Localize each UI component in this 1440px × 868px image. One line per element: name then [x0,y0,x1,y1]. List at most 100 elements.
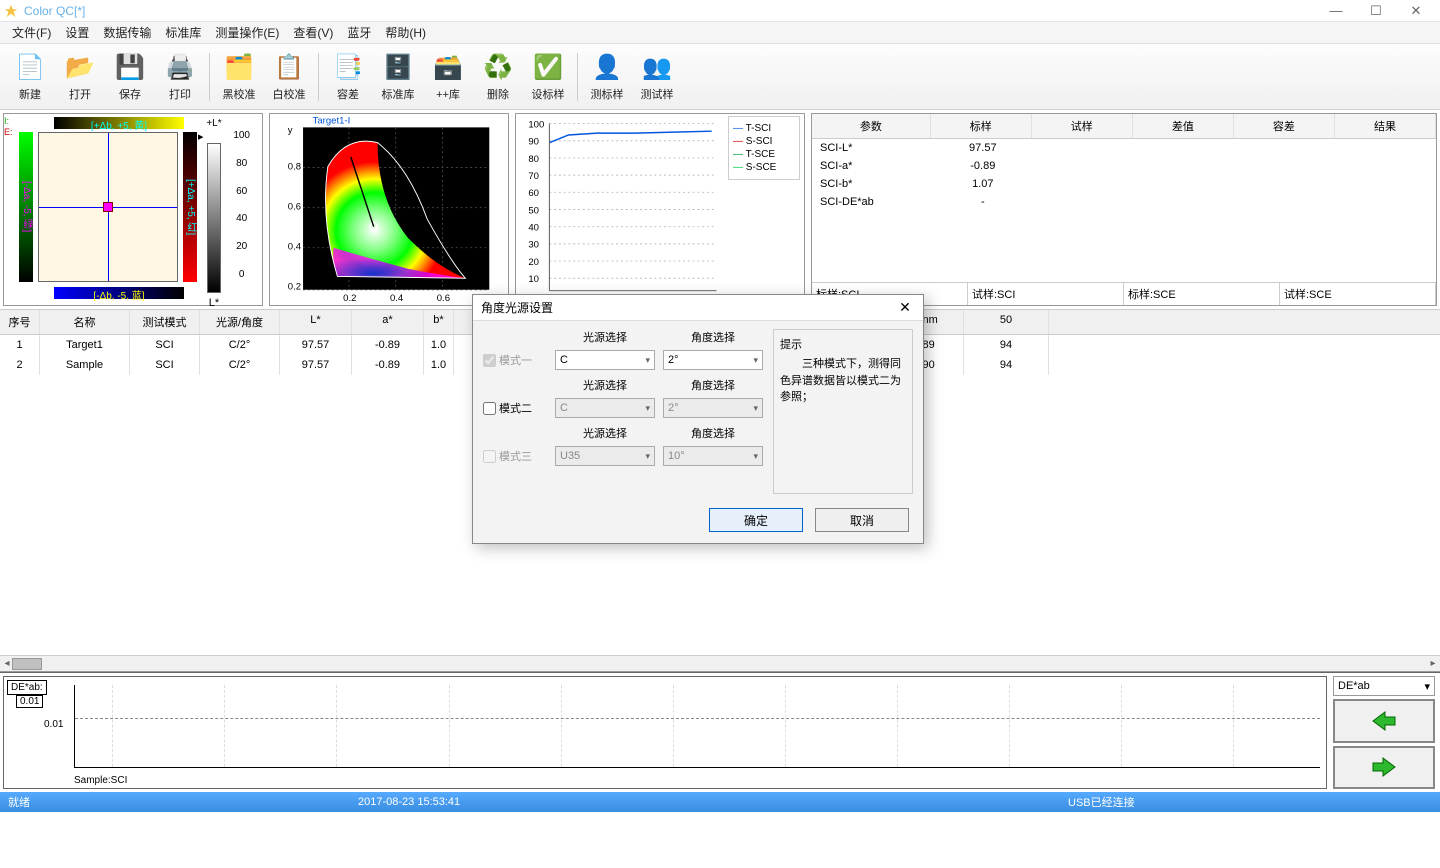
table-col-header[interactable]: b* [424,310,454,334]
mode-checkbox-label[interactable]: 模式二 [483,400,547,416]
table-col-header[interactable]: 名称 [40,310,130,334]
toolbar-标准库[interactable]: 🗄️标准库 [374,52,422,102]
light-source-select[interactable]: C▾ [555,350,655,370]
minimize-button[interactable]: — [1316,0,1356,22]
menu-item[interactable]: 测量操作(E) [209,24,285,41]
toolbar-打开[interactable]: 📂打开 [56,52,104,102]
ok-button[interactable]: 确定 [709,508,803,532]
window-title: Color QC[*] [24,4,1316,18]
chevron-down-icon: ▾ [645,451,650,462]
menu-item[interactable]: 查看(V) [287,24,339,41]
toolbar-++库[interactable]: 🗃️++库 [424,52,472,102]
angle-select[interactable]: 2°▾ [663,350,763,370]
menu-item[interactable]: 帮助(H) [379,24,432,41]
toolbar-label: 黑校准 [223,86,256,102]
dialog-titlebar[interactable]: 角度光源设置 ✕ [473,295,923,321]
de-metric-dropdown[interactable]: DE*ab▾ [1333,676,1435,696]
scroll-thumb[interactable] [12,658,42,670]
mode-row-1: 模式一 C▾ 2°▾ [483,349,763,371]
lab-right-label: [+Δa, +5, 红] [183,132,197,282]
data-col-header: 标样 [931,114,1032,138]
sci-tab[interactable]: 试样:SCE [1280,283,1436,305]
close-button[interactable]: ✕ [1396,0,1436,22]
menu-item[interactable]: 文件(F) [6,24,57,41]
toolbar-新建[interactable]: 📄新建 [6,52,54,102]
sci-tab[interactable]: 标样:SCE [1124,283,1280,305]
status-ready: 就绪 [0,794,350,810]
toolbar-icon: 👤 [591,52,623,84]
svg-text:70: 70 [528,171,539,182]
toolbar-label: 测试样 [641,86,674,102]
svg-text:10: 10 [528,274,539,285]
table-col-header[interactable]: 测试模式 [130,310,200,334]
table-col-header[interactable]: L* [280,310,352,334]
toolbar-删除[interactable]: ♻️ 删除 [474,52,522,102]
scroll-right-icon[interactable]: ▸ [1426,656,1440,672]
menu-item[interactable]: 标准库 [159,24,207,41]
sci-tab[interactable]: 试样:SCI [968,283,1124,305]
toolbar: 📄新建📂打开 💾 保存 🖨️打印 🗂️ 黑校准 📋白校准📑容差🗄️标准库🗃️++库 ♻️ 删除 ✅… [0,44,1440,110]
toolbar-icon: 🗂️ [223,52,255,84]
data-summary-panel: 参数标样试样差值容差结果 SCI-L*97.57SCI-a*-0.89SCI-b… [811,113,1437,306]
toolbar-label: 删除 [487,86,509,102]
toolbar-icon: 💾 [114,52,146,84]
chromaticity-diagram: Target1-I [270,114,508,305]
toolbar-icon: 📄 [14,52,46,84]
data-col-header: 试样 [1032,114,1133,138]
chevron-down-icon: ▾ [1424,680,1430,693]
title-bar: Color QC[*] — ☐ ✕ [0,0,1440,22]
mode-checkbox-label[interactable]: 模式一 [483,352,547,368]
svg-text:90: 90 [528,137,539,148]
toolbar-label: 打开 [69,86,91,102]
mode-checkbox[interactable] [483,402,496,415]
toolbar-测试样[interactable]: 👥测试样 [633,52,681,102]
toolbar-打印[interactable]: 🖨️打印 [156,52,204,102]
mode-checkbox-label[interactable]: 模式三 [483,448,547,464]
toolbar-separator [318,53,319,101]
spectral-plot: 100908070605040302010 [516,114,726,305]
legend-item: — T-SCI [733,123,795,134]
de-value-badge: 0.01 [16,695,43,708]
svg-text:0.8: 0.8 [288,161,301,172]
horizontal-scrollbar[interactable]: ◂ ▸ [0,655,1440,671]
toolbar-separator [577,53,578,101]
toolbar-label: 设标样 [532,86,565,102]
maximize-button[interactable]: ☐ [1356,0,1396,22]
toolbar-白校准[interactable]: 📋白校准 [265,52,313,102]
status-connection: USB已经连接 [1060,794,1440,810]
hint-title: 提示 [780,336,906,352]
svg-text:50: 50 [528,205,539,216]
dialog-title: 角度光源设置 [481,299,895,316]
svg-text:0.4: 0.4 [390,293,404,304]
toolbar-label: 保存 [119,86,141,102]
table-col-header[interactable]: a* [352,310,424,334]
de-chart [74,685,1320,768]
de-axis-label: DE*ab: [7,680,47,695]
table-col-header[interactable]: 光源/角度 [200,310,280,334]
prev-button[interactable] [1333,699,1435,743]
toolbar-label: 白校准 [273,86,306,102]
cancel-button[interactable]: 取消 [815,508,909,532]
toolbar-icon: 🖨️ [164,52,196,84]
toolbar-保存[interactable]: 💾 保存 [106,52,154,102]
table-col-header[interactable]: 序号 [0,310,40,334]
toolbar-容差[interactable]: 📑容差 [324,52,372,102]
toolbar-测标样[interactable]: 👤测标样 [583,52,631,102]
table-col-header[interactable]: 50 [964,310,1049,334]
ie-labels: I:E: [4,114,16,138]
dialog-close-button[interactable]: ✕ [895,299,915,316]
svg-text:0.6: 0.6 [288,202,301,213]
chevron-down-icon: ▾ [753,451,758,462]
menu-item[interactable]: 数据传输 [97,24,157,41]
toolbar-icon: ♻️ [482,52,514,84]
toolbar-设标样[interactable]: ✅设标样 [524,52,572,102]
svg-text:80: 80 [528,154,539,165]
next-button[interactable] [1333,746,1435,790]
menu-item[interactable]: 蓝牙 [341,24,377,41]
l-plus-label: +L* [200,118,228,129]
menu-item[interactable]: 设置 [59,24,95,41]
mode-checkbox [483,354,496,367]
lightness-bar: +L* ▸ 100806040200 L* [200,118,228,309]
toolbar-黑校准[interactable]: 🗂️ 黑校准 [215,52,263,102]
toolbar-label: 容差 [337,86,359,102]
